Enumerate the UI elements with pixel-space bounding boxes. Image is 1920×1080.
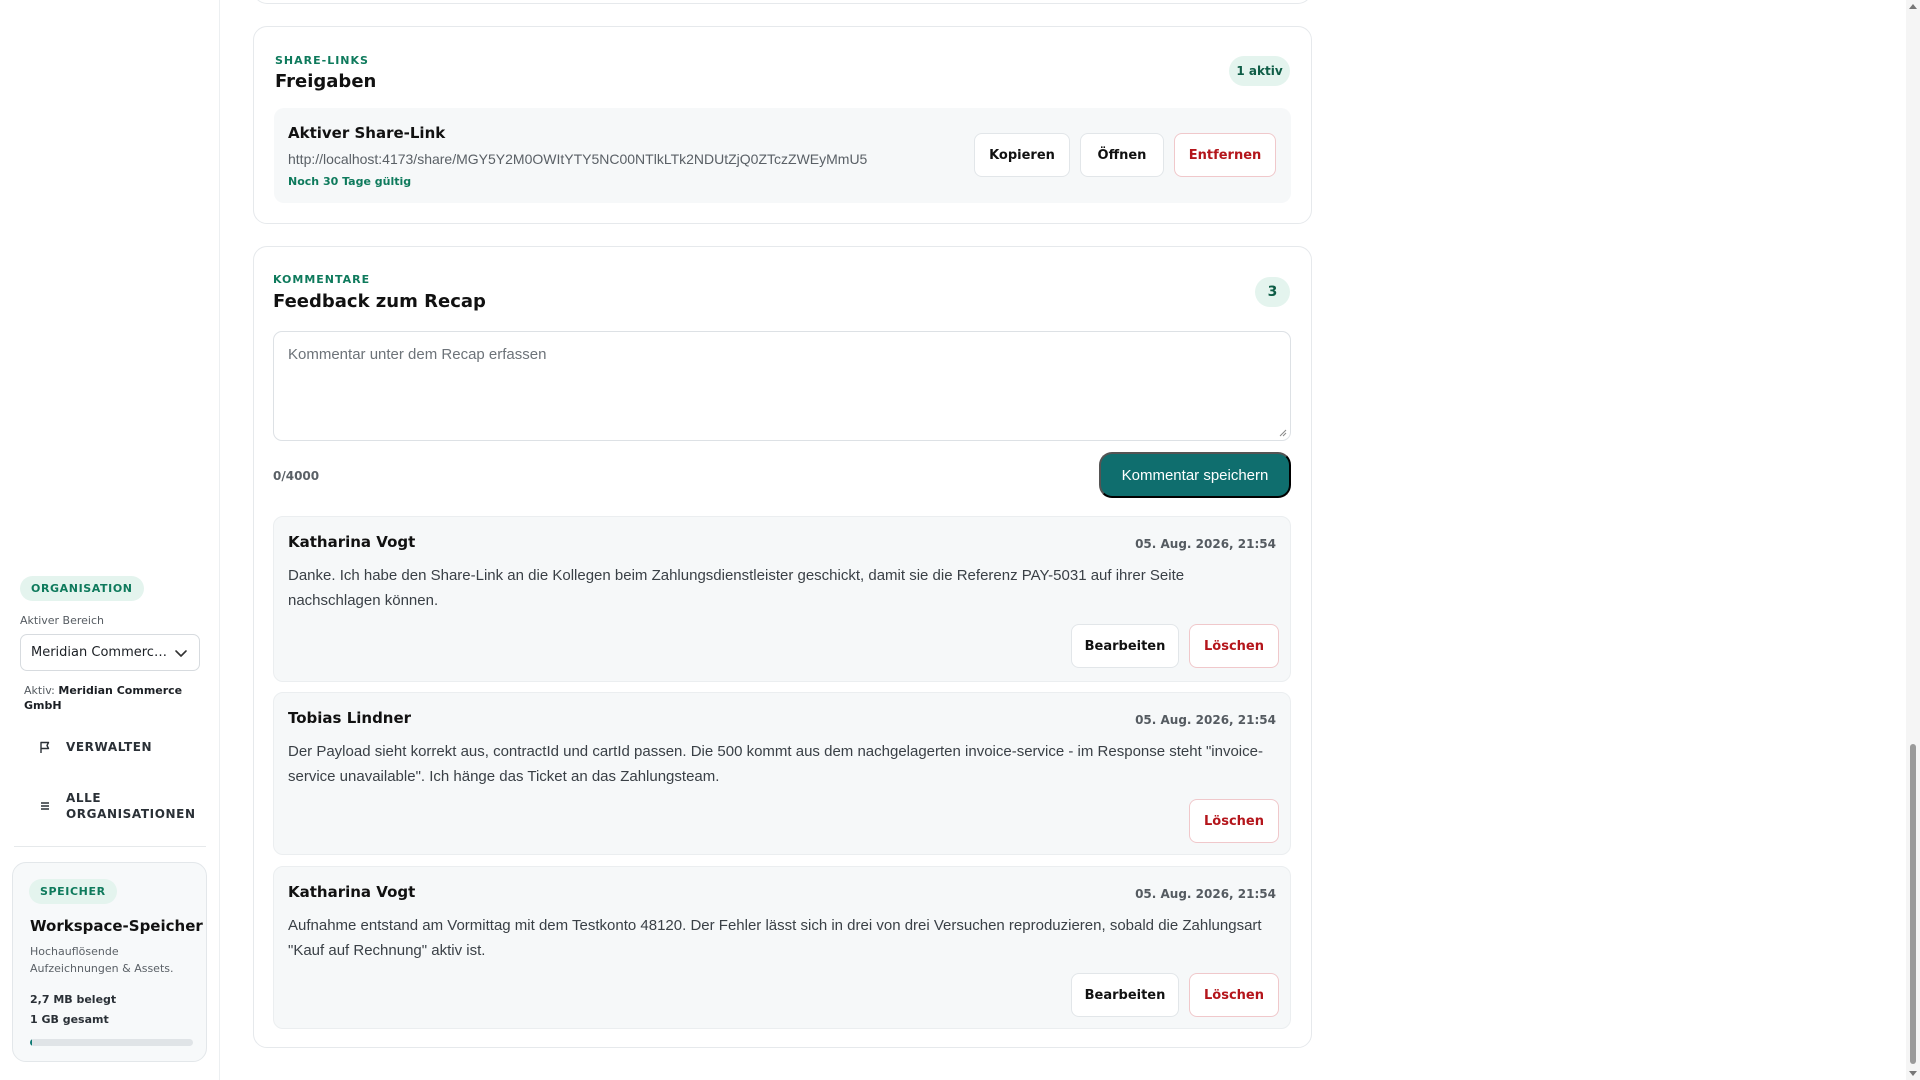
resize-grip-icon[interactable] [1278,428,1287,437]
active-share-link-box: Aktiver Share-Link http://localhost:4173… [274,108,1291,203]
share-link-url[interactable]: http://localhost:4173/share/MGY5Y2M0OWIt… [288,151,867,167]
comment-textarea-placeholder: Kommentar unter dem Recap erfassen [288,346,547,363]
share-links-eyebrow: SHARE-LINKS [275,54,369,67]
comments-title: Feedback zum Recap [273,291,486,312]
share-links-title: Freigaben [275,71,377,92]
nav-item-manage-label: VERWALTEN [66,740,153,754]
flag-icon [36,741,54,754]
comment-text: Aufnahme entstand am Vormittag mit dem T… [288,917,1262,959]
comment-date: 05. Aug. 2026, 21:54 [1135,713,1276,727]
open-link-button[interactable]: Öffnen [1080,133,1164,177]
comment-item: Katharina Vogt 05. Aug. 2026, 21:54 Dank… [273,516,1291,682]
edit-comment-button[interactable]: Bearbeiten [1071,973,1179,1017]
chevron-down-icon [175,649,187,657]
storage-used: 2,7 MB belegt [30,993,117,1006]
active-prefix: Aktiv: [24,684,55,697]
organisation-select[interactable]: Meridian Commerce... [20,634,200,671]
comment-author: Katharina Vogt [288,533,416,551]
copy-link-button[interactable]: Kopieren [974,133,1070,177]
storage-title: Workspace-Speicher [30,917,203,935]
scroll-down-arrow-icon[interactable] [1909,1071,1917,1076]
storage-progress-fill [30,1039,32,1046]
nav-item-manage[interactable]: VERWALTEN [36,740,152,754]
storage-progress-bar [30,1039,193,1046]
comment-char-count: 0/4000 [273,469,320,483]
list-icon [36,801,54,811]
active-area-label: Aktiver Bereich [20,614,104,627]
comment-text: Der Payload sieht korrekt aus, contractI… [288,743,1263,785]
storage-total: 1 GB gesamt [30,1013,109,1026]
active-share-link-title: Aktiver Share-Link [288,124,446,142]
comment-date: 05. Aug. 2026, 21:54 [1135,537,1276,551]
share-links-card: SHARE-LINKS Freigaben 1 aktiv Aktiver Sh… [253,26,1312,224]
comment-date: 05. Aug. 2026, 21:54 [1135,887,1276,901]
comment-item: Tobias Lindner 05. Aug. 2026, 21:54 Der … [273,692,1291,855]
comment-item: Katharina Vogt 05. Aug. 2026, 21:54 Aufn… [273,866,1291,1029]
storage-card: SPEICHER Workspace-Speicher Hochauflösen… [12,862,207,1062]
comment-author: Katharina Vogt [288,883,416,901]
comments-eyebrow: KOMMENTARE [273,273,371,286]
delete-comment-button[interactable]: Löschen [1189,799,1279,843]
organisation-select-value: Meridian Commerce... [31,645,167,660]
nav-item-all-organisations-label: ALLE ORGANISATIONEN [66,791,196,821]
storage-description: Hochauflösende Aufzeichnungen & Assets. [30,945,174,975]
edit-comment-button[interactable]: Bearbeiten [1071,624,1179,668]
remove-link-button[interactable]: Entfernen [1174,133,1276,177]
sidebar-divider [14,846,206,847]
previous-card-edge [253,0,1312,4]
comments-count-badge: 3 [1255,277,1290,307]
comment-text: Danke. Ich habe den Share-Link an die Ko… [288,567,1185,609]
page-scrollbar[interactable] [1906,0,1920,1080]
nav-item-all-organisations[interactable]: ALLE ORGANISATIONEN [36,790,196,822]
comment-author: Tobias Lindner [288,709,412,727]
scroll-up-arrow-icon[interactable] [1909,4,1917,9]
delete-comment-button[interactable]: Löschen [1189,973,1279,1017]
active-organisation-info: Aktiv: Meridian Commerce GmbH [24,683,199,713]
share-active-count-badge: 1 aktiv [1229,56,1290,86]
sidebar: ORGANISATION Aktiver Bereich Meridian Co… [0,0,220,1080]
save-comment-button[interactable]: Kommentar speichern [1099,452,1291,498]
scrollbar-thumb[interactable] [1910,744,1916,1064]
organisation-badge: ORGANISATION [20,576,144,601]
delete-comment-button[interactable]: Löschen [1189,624,1279,668]
comment-textarea[interactable]: Kommentar unter dem Recap erfassen [273,331,1291,441]
storage-badge: SPEICHER [29,879,117,904]
share-link-validity: Noch 30 Tage gültig [288,175,412,188]
comments-card: KOMMENTARE Feedback zum Recap 3 Kommenta… [253,246,1312,1048]
